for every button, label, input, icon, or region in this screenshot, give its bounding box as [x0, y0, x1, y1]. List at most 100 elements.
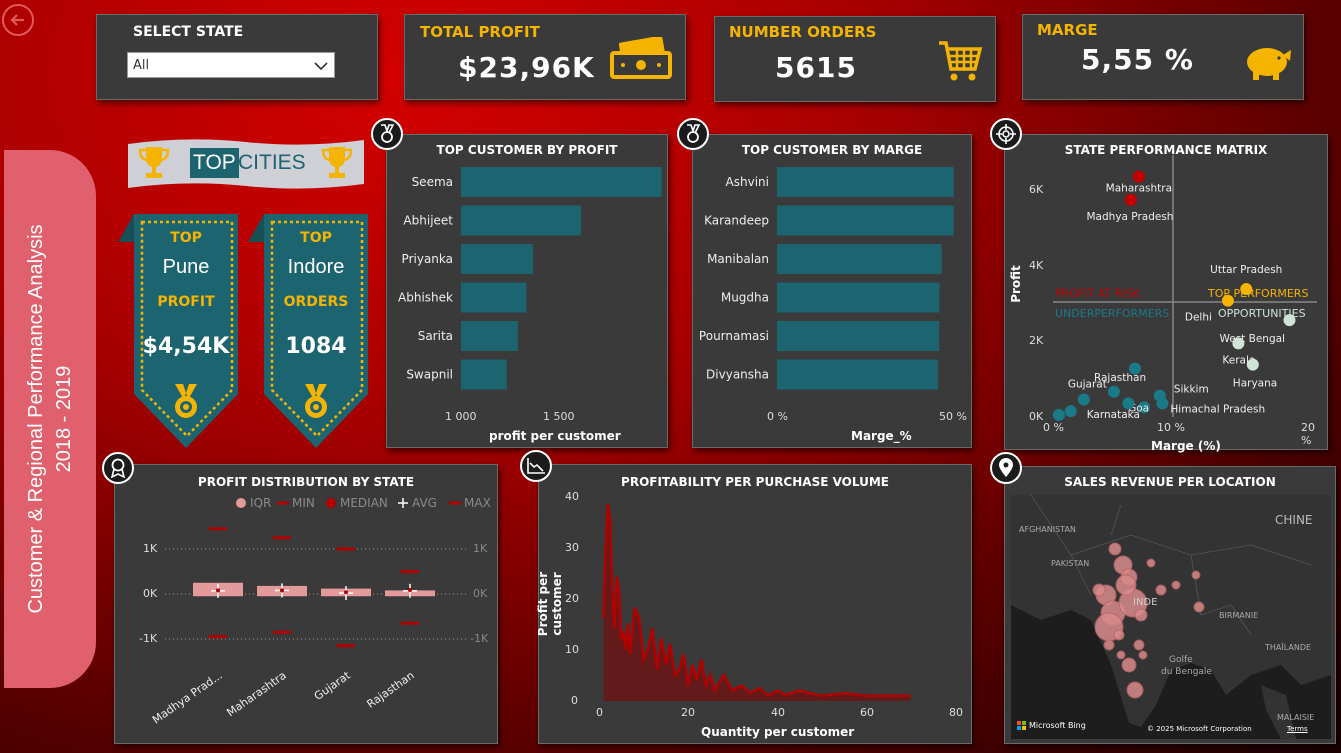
point-label: Madhya Pradesh: [1087, 211, 1174, 223]
map-label-thailande: THAÏLANDE: [1265, 643, 1312, 652]
bar: [461, 321, 518, 351]
bar: [777, 244, 942, 274]
x-axis-label: Marge (%): [1151, 439, 1221, 453]
legend-label: AVG: [412, 496, 437, 510]
map-bubble: [1116, 650, 1126, 660]
map-bubble: [1108, 542, 1122, 556]
back-button[interactable]: [2, 4, 34, 36]
state-select-value: All: [133, 58, 150, 73]
bar-category-label: Seema: [412, 175, 453, 189]
profit-by-customer-panel: TOP CUSTOMER BY PROFIT Seema Abhijeet Priy…: [386, 134, 668, 448]
top-city-card-orders: TOP Indore ORDERS 1084: [248, 214, 370, 450]
tick-0: 0 %: [767, 410, 788, 423]
tick-1000: 1 000: [445, 410, 477, 423]
state-filter-card: SELECT STATE All: [96, 14, 378, 100]
map-canvas[interactable]: AFGHANISTAN PAKISTAN CHINE INDE BIRMANIE…: [1011, 495, 1331, 739]
bar: [777, 167, 954, 197]
map-bubble: [1155, 584, 1167, 596]
median-marker: [280, 588, 284, 593]
ytick-10: 10: [565, 643, 579, 656]
map-bubble: [1126, 681, 1144, 699]
quadrant-risk: PROFIT AT RISK: [1055, 287, 1140, 300]
bing-label: Microsoft Bing: [1029, 721, 1086, 730]
top-city-card-profit: TOP Pune PROFIT $4,54K: [118, 214, 240, 450]
state-select[interactable]: All: [127, 52, 335, 78]
map-bubble: [1103, 639, 1115, 651]
point-label: Delhi: [1185, 312, 1212, 324]
map-bubble: [1092, 583, 1106, 597]
scatter-point: [1156, 397, 1169, 410]
quadrant-under: UNDERPERFORMERS: [1055, 307, 1170, 320]
legend-label: IQR: [250, 496, 271, 510]
area-fill: [603, 503, 911, 701]
point-label: Maharashtra: [1106, 183, 1172, 195]
xtick-10: 10 %: [1157, 421, 1185, 434]
bar: [461, 282, 527, 313]
marge-by-customer-chart: Ashvini Karandeep Manibalan Mugdha Pournamas…: [699, 167, 954, 390]
point-label: Himachal Pradesh: [1170, 403, 1265, 415]
point-label: West Bengal: [1219, 333, 1285, 345]
scatter-point: [1107, 385, 1120, 398]
banner-cities-text: CITIES: [238, 151, 306, 174]
bar: [461, 205, 581, 236]
scatter-point: [1064, 405, 1077, 418]
map-label-chine: CHINE: [1275, 513, 1313, 527]
legend-label: MIN: [292, 496, 315, 510]
top-cities-banner: TOP CITIES: [128, 136, 364, 192]
state-matrix-panel: STATE PERFORMANCE MATRIX Maharashtra Madh…: [1004, 134, 1328, 453]
ytick-2k: 2K: [1029, 334, 1044, 347]
shopping-cart-icon: [939, 41, 983, 81]
ytick-0k-right: 0K: [473, 587, 488, 600]
ytick-neg1k: -1K: [139, 632, 158, 645]
xtick-60: 60: [860, 706, 874, 719]
marge-label: MARGE: [1037, 21, 1098, 39]
bar: [777, 205, 954, 236]
number-orders-value: 5615: [775, 51, 857, 84]
tick-50: 50 %: [939, 410, 967, 423]
legend-label: MAX: [464, 496, 491, 510]
x-axis-label: profit per customer: [489, 429, 621, 443]
map-label-birmanie: BIRMANIE: [1219, 611, 1259, 620]
bar-category-label: Mugdha: [721, 291, 769, 305]
sales-map-panel: SALES REVENUE PER LOCATION AFGHANISTAN P…: [1004, 466, 1336, 744]
map-bubble: [1171, 580, 1181, 590]
bar-category-label: Pournamasi: [699, 329, 769, 343]
map-bubble: [1113, 629, 1125, 641]
card1-top: TOP: [170, 230, 202, 246]
y-axis-label: Profit per customer: [536, 571, 564, 637]
scatter-point: [1122, 397, 1135, 410]
medal-icon: [175, 384, 197, 418]
ytick-1k-right: 1K: [473, 542, 488, 555]
quadrant-top: TOP PERFORMERS: [1208, 287, 1309, 300]
scatter-point: [1232, 337, 1245, 350]
award-icon: [102, 452, 134, 484]
map-bubble: [1138, 650, 1148, 660]
ytick-30: 30: [565, 541, 579, 554]
total-profit-label: TOTAL PROFIT: [420, 23, 540, 41]
bar: [777, 321, 940, 351]
ytick-0: 0: [571, 694, 578, 707]
bar-category-label: Karandeep: [704, 214, 769, 228]
map-label-pakistan: PAKISTAN: [1051, 559, 1090, 568]
map-bubble: [1191, 570, 1201, 580]
card2-top: TOP: [300, 230, 332, 246]
map-terms-link[interactable]: Terms: [1287, 725, 1308, 733]
x-axis-label: Marge_%: [851, 429, 912, 443]
filter-label: SELECT STATE: [133, 24, 244, 40]
legend-swatch: [236, 498, 246, 508]
number-orders-label: NUMBER ORDERS: [729, 23, 877, 41]
category-label: Rajasthan: [364, 669, 416, 711]
trophy-icon: [138, 147, 170, 178]
map-label-bengale: du Bengale: [1161, 667, 1212, 677]
map-label-afghanistan: AFGHANISTAN: [1019, 525, 1076, 534]
median-marker: [408, 587, 412, 592]
bar: [461, 359, 507, 390]
marge-value: 5,55 %: [1081, 43, 1194, 76]
median-marker: [216, 588, 220, 593]
target-icon: [990, 118, 1022, 150]
ytick-neg1k-right: -1K: [470, 632, 489, 645]
scatter-point: [1077, 393, 1090, 406]
scatter-point: [1132, 170, 1145, 183]
ytick-20: 20: [565, 592, 579, 605]
map-bubble: [1146, 558, 1156, 568]
